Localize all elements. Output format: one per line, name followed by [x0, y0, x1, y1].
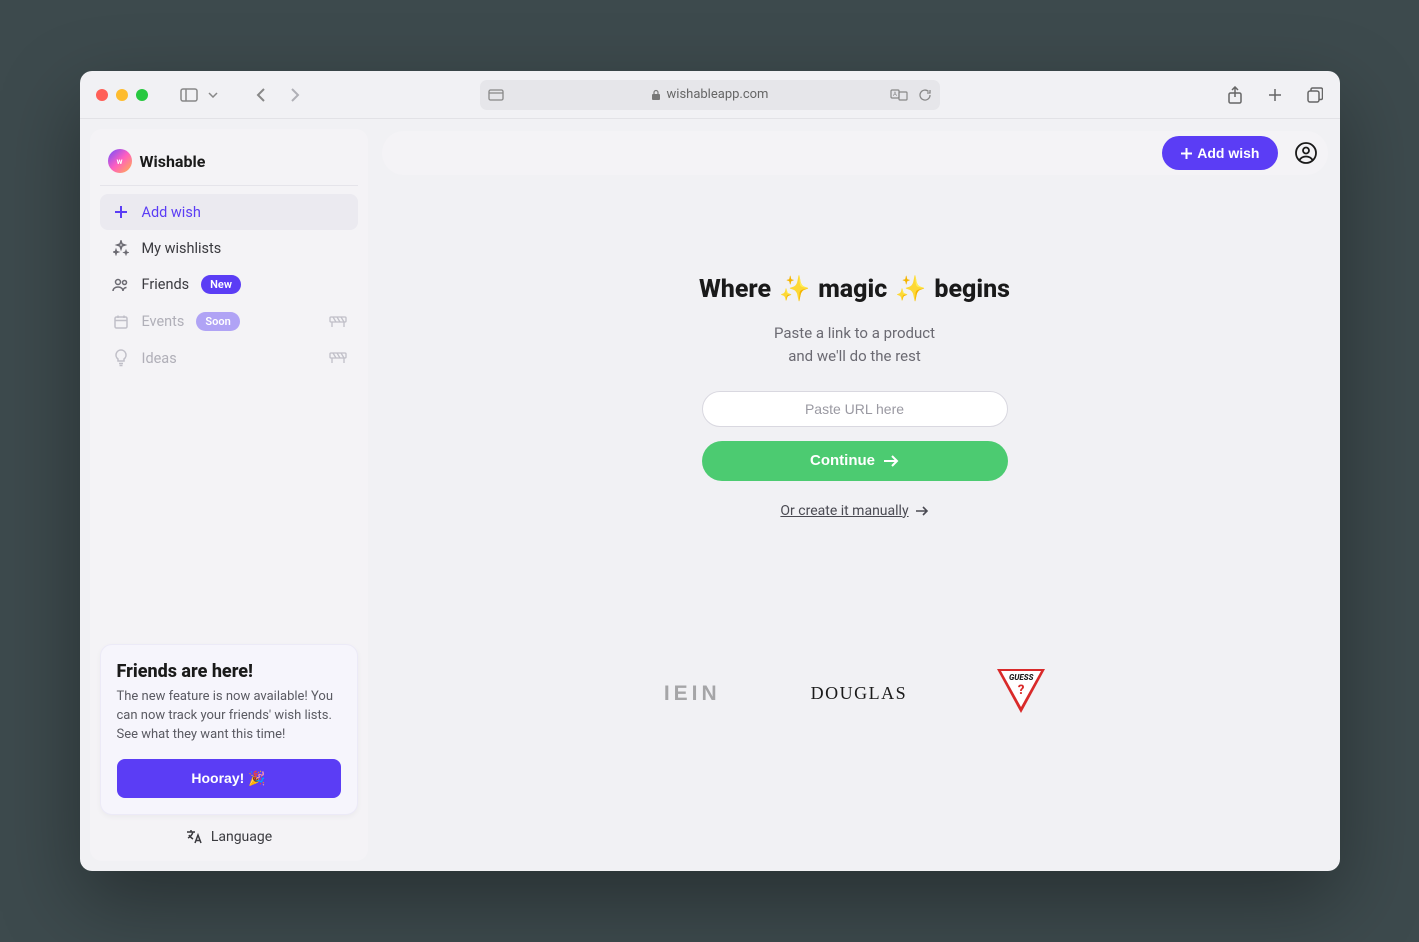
- sidebar-item-events: Events Soon: [100, 303, 358, 340]
- hero-subtitle: Paste a link to a product and we'll do t…: [774, 322, 935, 369]
- lightbulb-icon: [112, 349, 130, 367]
- brand[interactable]: w Wishable: [100, 139, 358, 186]
- traffic-lights: [96, 89, 148, 101]
- hero-title-post: begins: [934, 275, 1010, 304]
- add-wish-label: Add wish: [1197, 145, 1259, 161]
- sidebar: w Wishable Add wish My wishlists Fri: [90, 129, 368, 861]
- minimize-window-button[interactable]: [116, 89, 128, 101]
- sidebar-item-label: Ideas: [142, 350, 177, 367]
- chevron-down-icon[interactable]: [204, 86, 222, 104]
- promo-card: Friends are here! The new feature is now…: [100, 644, 358, 815]
- arrow-right-icon: [915, 505, 929, 517]
- sidebar-item-friends[interactable]: Friends New: [100, 266, 358, 303]
- hero-sub-line1: Paste a link to a product: [774, 322, 935, 345]
- sparkle-icon: ✨: [895, 275, 926, 304]
- maximize-window-button[interactable]: [136, 89, 148, 101]
- language-button[interactable]: Language: [100, 815, 358, 851]
- sidebar-toggle-group: [180, 86, 222, 104]
- sparkle-icon: ✨: [779, 275, 810, 304]
- add-wish-button[interactable]: Add wish: [1162, 136, 1277, 170]
- lock-icon: [651, 89, 661, 101]
- profile-button[interactable]: [1292, 139, 1320, 167]
- calendar-icon: [112, 313, 130, 331]
- svg-text:A: A: [893, 91, 897, 98]
- sparkle-icon: [112, 239, 130, 257]
- brand-logos-row: IEIN DOUGLAS GUESS ?: [664, 669, 1045, 719]
- titlebar-right: [1226, 86, 1324, 104]
- browser-window: wishableapp.com A w Wishable: [80, 71, 1340, 871]
- topbar: Add wish: [382, 131, 1328, 175]
- content: w Wishable Add wish My wishlists Fri: [80, 119, 1340, 871]
- main: Add wish Where ✨ magic ✨ begins Paste a …: [378, 119, 1340, 871]
- hero: Where ✨ magic ✨ begins Paste a link to a…: [382, 175, 1328, 859]
- url-input[interactable]: [702, 391, 1008, 427]
- construction-icon: [328, 351, 348, 365]
- address-url: wishableapp.com: [667, 87, 769, 102]
- sidebar-item-label: My wishlists: [142, 240, 222, 257]
- manual-link-label: Or create it manually: [780, 503, 908, 519]
- friends-icon: [112, 276, 130, 294]
- new-tab-icon[interactable]: [1266, 86, 1284, 104]
- guess-text: GUESS: [1009, 673, 1033, 682]
- translate-icon: [185, 829, 203, 845]
- titlebar: wishableapp.com A: [80, 71, 1340, 119]
- promo-body: The new feature is now available! You ca…: [117, 688, 341, 745]
- sidebar-item-add-wish[interactable]: Add wish: [100, 194, 358, 230]
- hero-title: Where ✨ magic ✨ begins: [699, 275, 1010, 304]
- plus-icon: [112, 203, 130, 221]
- share-icon[interactable]: [1226, 86, 1244, 104]
- nav-arrows: [252, 86, 304, 104]
- site-settings-icon[interactable]: [488, 89, 504, 101]
- sidebar-item-label: Events: [142, 313, 185, 330]
- address-right-icons: A: [890, 88, 932, 102]
- sidebar-item-label: Add wish: [142, 204, 201, 221]
- plus-icon: [1180, 147, 1193, 160]
- back-button[interactable]: [252, 86, 270, 104]
- sidebar-item-my-wishlists[interactable]: My wishlists: [100, 230, 358, 266]
- brand-logo-shein: IEIN: [664, 682, 721, 706]
- forward-button[interactable]: [286, 86, 304, 104]
- brand-logo-guess: GUESS ?: [997, 669, 1045, 719]
- construction-icon: [328, 315, 348, 329]
- hero-sub-line2: and we'll do the rest: [774, 345, 935, 368]
- address-bar[interactable]: wishableapp.com A: [480, 80, 940, 110]
- brand-name: Wishable: [140, 152, 206, 171]
- continue-button[interactable]: Continue: [702, 441, 1008, 481]
- badge-soon: Soon: [196, 312, 239, 331]
- translate-icon[interactable]: A: [890, 88, 908, 102]
- create-manually-link[interactable]: Or create it manually: [780, 503, 928, 519]
- continue-label: Continue: [810, 452, 875, 469]
- badge-new: New: [201, 275, 241, 294]
- hero-title-pre: Where: [699, 275, 771, 304]
- sidebar-item-ideas: Ideas: [100, 340, 358, 376]
- reload-icon[interactable]: [918, 88, 932, 102]
- promo-title: Friends are here!: [117, 661, 341, 682]
- brand-logo-douglas: DOUGLAS: [811, 683, 908, 704]
- sidebar-item-label: Friends: [142, 276, 190, 293]
- guess-mark: ?: [1018, 683, 1025, 698]
- tabs-overview-icon[interactable]: [1306, 86, 1324, 104]
- promo-cta-button[interactable]: Hooray! 🎉: [117, 759, 341, 798]
- arrow-right-icon: [883, 454, 899, 468]
- hero-title-mid: magic: [818, 275, 887, 304]
- language-label: Language: [211, 829, 272, 845]
- brand-logo-icon: w: [108, 149, 132, 173]
- close-window-button[interactable]: [96, 89, 108, 101]
- sidebar-toggle-icon[interactable]: [180, 86, 198, 104]
